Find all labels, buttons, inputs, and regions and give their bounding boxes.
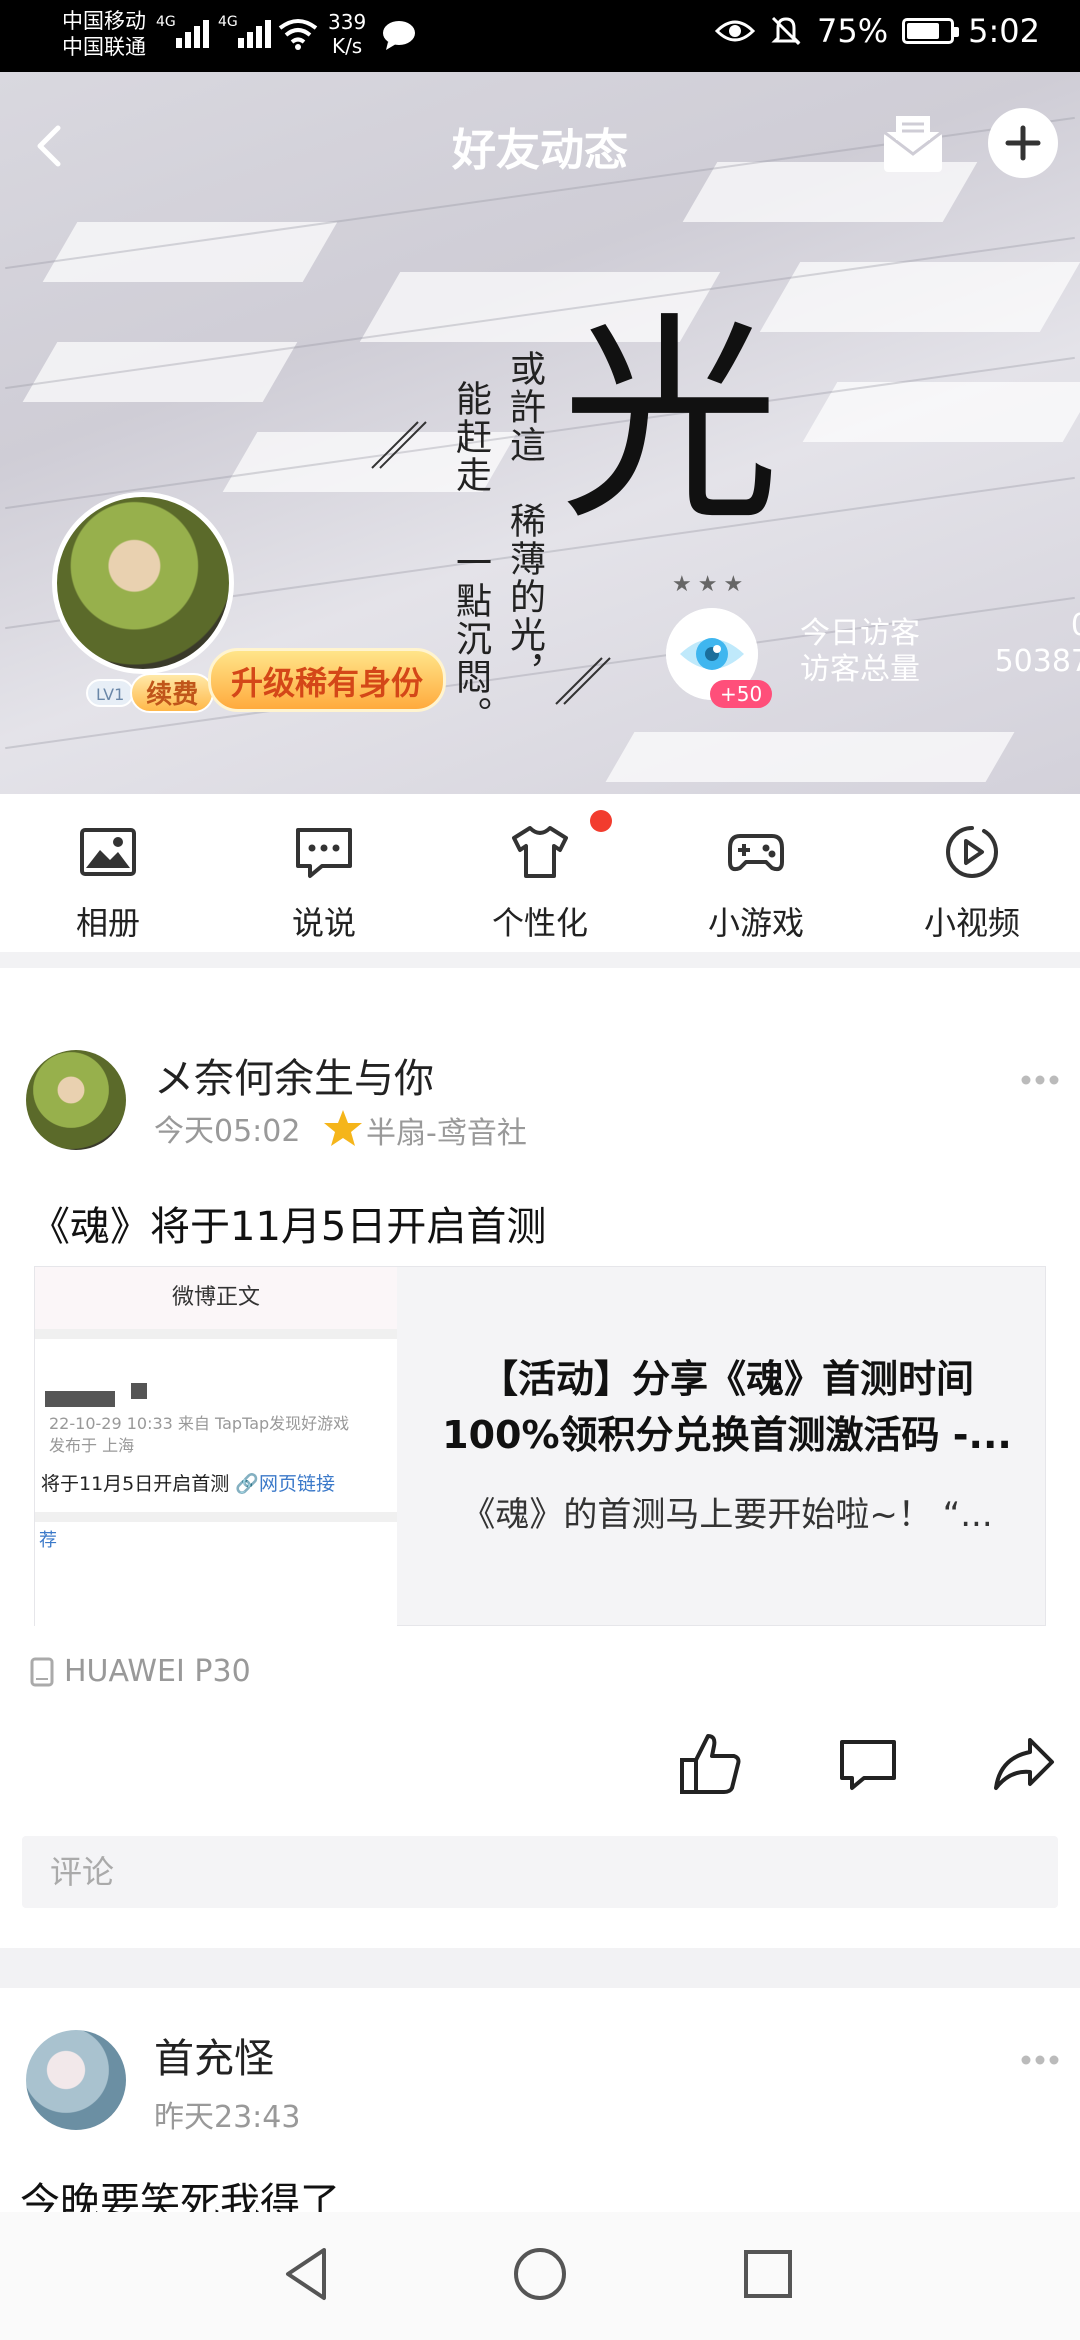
- star-decoration: ★★★: [672, 572, 750, 597]
- quick-nav-minigame[interactable]: 小游戏: [648, 794, 864, 952]
- system-nav-bar: [0, 2212, 1080, 2340]
- quick-nav-label: 个性化: [491, 904, 588, 942]
- photo-album-icon: [80, 828, 136, 876]
- clock: 5:02: [968, 12, 1040, 50]
- group-star-icon: [324, 1110, 362, 1146]
- thumbnail-location: 发布于 上海: [49, 1436, 135, 1455]
- more-options-icon[interactable]: [1020, 1074, 1060, 1086]
- new-badge-dot: [590, 810, 612, 832]
- carrier-1: 中国移动: [62, 9, 146, 33]
- thumbnail-link: 网页链接: [258, 1473, 335, 1495]
- quick-nav-label: 小游戏: [707, 904, 804, 942]
- today-visitors-value: 0: [890, 608, 1080, 643]
- thumbnail-title: 微博正文: [35, 1267, 397, 1329]
- section-divider: [0, 952, 1080, 968]
- thumbnail-text: 将于11月5日开启首测: [41, 1473, 230, 1495]
- network-type-1: 4G: [156, 14, 176, 30]
- post-author-name[interactable]: メ奈何余生与你: [154, 1046, 434, 1104]
- carrier-info: 中国移动 中国联通: [62, 8, 146, 60]
- device-info: HUAWEI P30: [30, 1654, 251, 1689]
- gamepad-icon: [728, 834, 784, 872]
- more-options-icon[interactable]: [1020, 2054, 1060, 2066]
- thumbnail-date: 22-10-29 10:33 来自 TapTap发现好游戏: [49, 1414, 350, 1433]
- poem-big-character: 光: [560, 294, 781, 550]
- signal-icon-2: [238, 16, 271, 48]
- device-name: HUAWEI P30: [64, 1654, 251, 1689]
- video-play-icon: [946, 826, 999, 878]
- network-type-2: 4G: [218, 14, 238, 30]
- nav-recents-icon[interactable]: [736, 2242, 800, 2306]
- post-author-avatar[interactable]: [26, 2030, 126, 2130]
- network-speed: 339 K/s: [328, 10, 366, 58]
- level-badge: LV1: [86, 679, 135, 707]
- thumbnail-more: 荐: [39, 1530, 57, 1551]
- like-icon[interactable]: [676, 1730, 744, 1798]
- shared-link-title: 【活动】分享《魂》首测时间100%领积分兑换首测激活码 -...: [442, 1357, 1012, 1457]
- quick-nav-personalize[interactable]: 个性化: [432, 794, 648, 952]
- share-icon[interactable]: [990, 1730, 1058, 1798]
- signal-icon-1: [176, 16, 209, 48]
- total-visitors-value: 50387: [994, 644, 1080, 679]
- profile-avatar[interactable]: [52, 492, 234, 674]
- decor-slash-icon: [371, 421, 427, 469]
- quick-nav-shuoshuo[interactable]: 说说: [216, 794, 432, 952]
- decor-slash-icon: [555, 657, 611, 705]
- eye-comfort-icon: [715, 20, 756, 42]
- quick-nav-label: 说说: [291, 904, 356, 942]
- phone-icon: [30, 1657, 54, 1686]
- post-content: 《魂》将于11月5日开启首测: [30, 1204, 547, 1250]
- poem-line-2: 稀薄的光，: [504, 502, 545, 692]
- visitor-bonus-badge: +50: [710, 680, 773, 708]
- post-time: 昨天23:43: [154, 2100, 301, 2135]
- poem-line-1: 或許這: [504, 350, 545, 464]
- add-icon[interactable]: [988, 108, 1058, 178]
- post-author-name[interactable]: 首充怪: [154, 2026, 274, 2084]
- section-divider: [0, 1948, 1080, 1988]
- quick-nav-label: 小视频: [923, 904, 1020, 942]
- shared-link-card[interactable]: 微博正文 22-10-29 10:33 来自 TapTap发现好游戏 发布于 上…: [34, 1266, 1046, 1627]
- nav-back-icon[interactable]: [276, 2242, 340, 2306]
- top-nav: 好友动态: [0, 72, 1080, 216]
- chat-bubble-icon: [296, 828, 352, 878]
- quick-nav-short-video[interactable]: 小视频: [864, 794, 1080, 952]
- status-right: 75% 5:02: [715, 12, 1040, 50]
- nav-home-icon[interactable]: [508, 2242, 572, 2306]
- quick-nav-album[interactable]: 相册: [0, 794, 216, 952]
- post-author-avatar[interactable]: [26, 1050, 126, 1150]
- wifi-icon: [278, 19, 318, 50]
- upgrade-rare-identity-button[interactable]: 升级稀有身份: [208, 648, 447, 712]
- message-notification-icon: [383, 21, 415, 50]
- mailbox-icon[interactable]: [880, 110, 946, 176]
- comment-icon[interactable]: [834, 1730, 902, 1798]
- vip-badge[interactable]: LV1 续费: [86, 670, 215, 716]
- battery-percent: 75%: [817, 12, 889, 50]
- poem-line-3: 能赶走: [450, 380, 491, 494]
- renew-button[interactable]: 续费: [130, 673, 215, 713]
- total-visitors[interactable]: 访客总量 50387: [800, 644, 1080, 688]
- carrier-2: 中国联通: [62, 35, 146, 59]
- quick-nav: 相册 说说 个性化 小游戏 小视频: [0, 794, 1080, 952]
- shared-link-thumbnail: 微博正文 22-10-29 10:33 来自 TapTap发现好游戏 发布于 上…: [35, 1267, 397, 1627]
- post-group-tag[interactable]: 半扇-鸢音社: [366, 1108, 527, 1152]
- tshirt-icon: [512, 826, 568, 878]
- post-time: 今天05:02: [154, 1114, 301, 1149]
- battery-icon: [902, 18, 960, 44]
- shared-link-description: 《魂》的首测马上要开始啦~！ “...: [461, 1495, 993, 1535]
- comment-input[interactable]: 评论: [22, 1836, 1058, 1908]
- profile-cover: 好友动态 或許這 稀薄的光， 能赶走 一點沉悶。 光 LV1 续费 升级稀有身份…: [0, 72, 1080, 794]
- status-bar: 中国移动 中国联通 4G 4G 339 K/s 75% 5:02: [0, 0, 1080, 72]
- speed-unit: K/s: [331, 34, 363, 58]
- poem-line-4: 一點沉悶。: [450, 544, 491, 734]
- quick-nav-label: 相册: [75, 904, 140, 942]
- speed-value: 339: [328, 10, 367, 34]
- mute-bell-icon: [771, 16, 801, 46]
